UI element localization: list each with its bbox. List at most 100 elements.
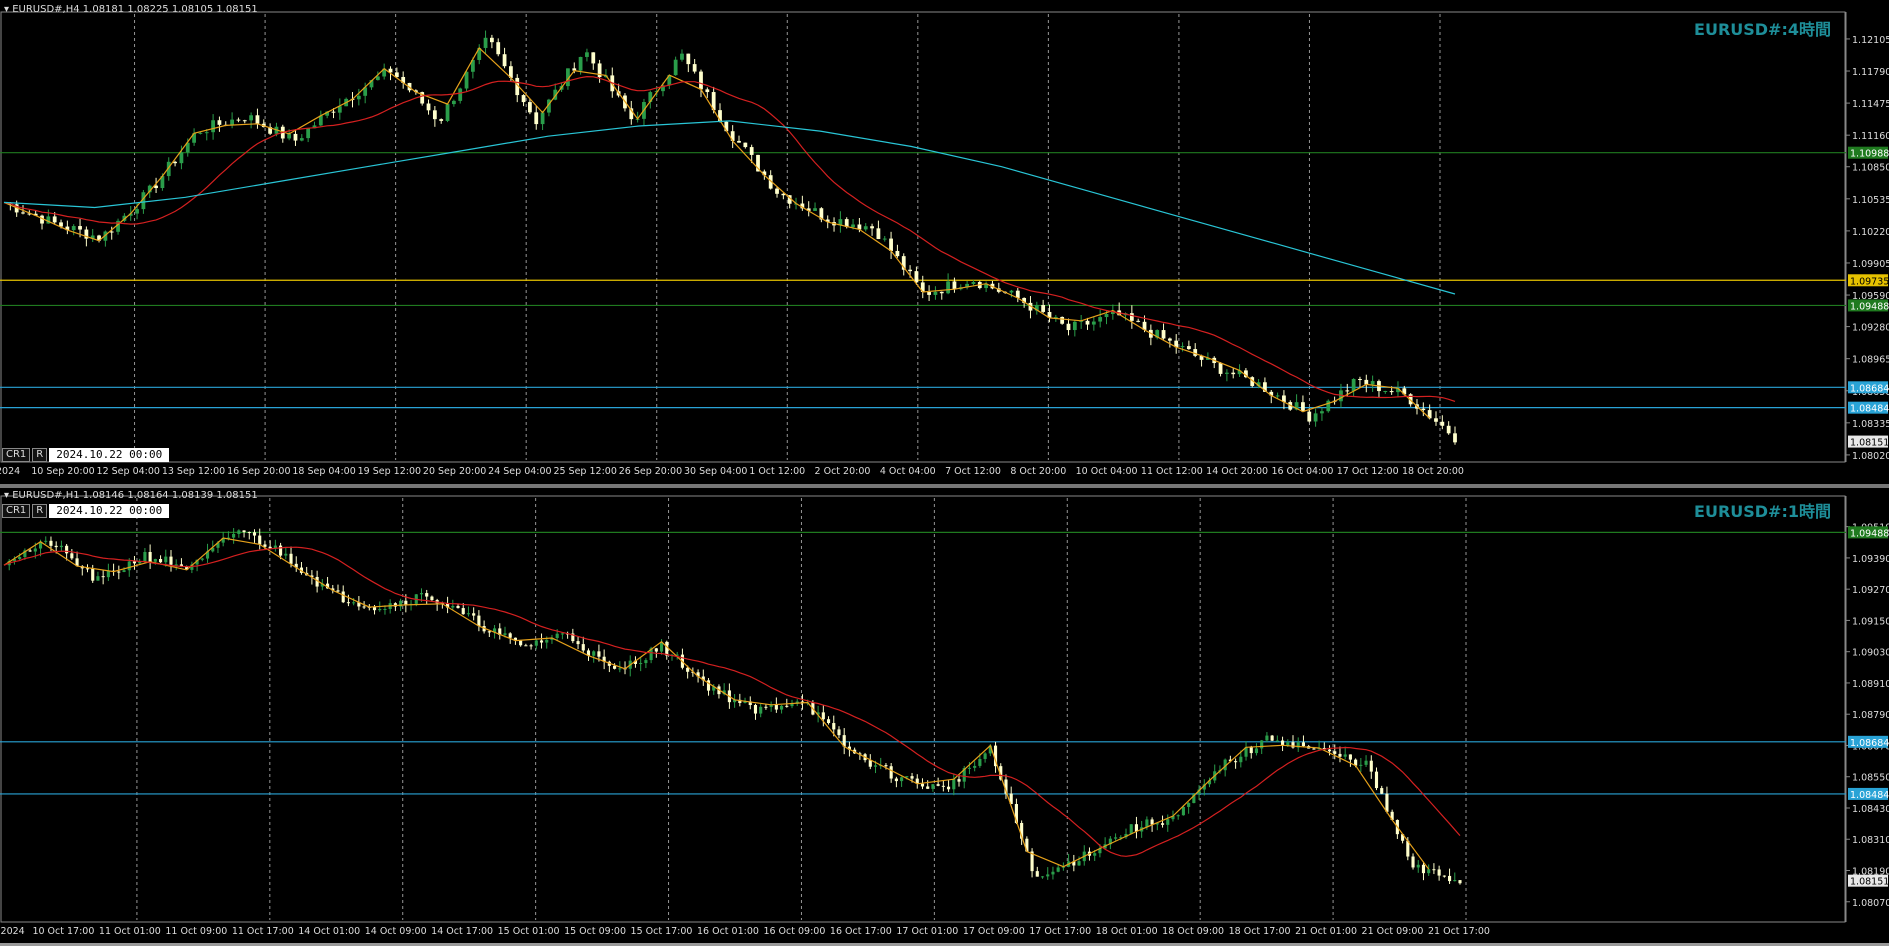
h1-candle-body [560,633,564,635]
h1-candle-body [85,568,90,570]
h4-time-tick: 10 Sep 20:00 [31,466,94,477]
h4-candle-body [699,71,703,90]
h4-r-label[interactable]: R [32,448,48,462]
h1-candle-body [127,561,131,571]
h4-candle-body [1218,363,1223,374]
h1-time-tick: 11 Oct 01:00 [99,926,161,937]
h1-price-tick: 1.08910 [1852,679,1889,690]
h1-candle-body [1286,742,1290,746]
h4-candle-body [1453,433,1457,443]
h1-candle-body [247,532,251,534]
h4-candle-body [1313,413,1318,422]
h4-candle-body [889,238,893,251]
h4-time-tick: 30 Sep 04:00 [684,466,747,477]
h1-candle-body [868,760,872,767]
h1-candle-body [1051,871,1055,875]
h4-candle-body [1225,372,1229,374]
h1-candle-body [487,631,491,633]
h1-candle-body [1150,819,1154,825]
h4-price-tick: 1.11475 [1852,99,1889,110]
h1-candle-body [132,561,137,564]
h1-candle-body [1270,735,1274,741]
h4-cr-label[interactable]: CR1 [2,448,31,462]
h4-candle-body [71,226,76,231]
h4-candle-body [135,209,139,214]
h1-cursor-box: CR1 R 2024.10.22 00:00 [2,504,170,518]
h1-chart-canvas[interactable]: 10 Oct 2024 10 Oct 17:00 11 Oct 01:00 11 Oc… [0,488,1889,944]
h1-zigzag-line [3,537,1430,870]
h4-candle-body [1307,411,1312,422]
h4-candle-body [1383,391,1388,393]
h1-time-tick: 11 Oct 17:00 [232,926,294,937]
h4-candle-body [502,54,507,67]
h4-candle-body [528,102,532,113]
h1-candle-body [1374,771,1379,789]
h1-candle-body [534,640,538,646]
collapse-triangle-icon[interactable]: ▾ [4,490,9,501]
h4-price-tick: 1.10220 [1852,227,1889,238]
h4-header-text: EURUSD#,H4 1.08181 1.08225 1.08105 1.081… [12,4,258,15]
h1-candle-body [1301,742,1306,747]
h1-candle-body [1176,815,1180,817]
h4-header-line: ▾ EURUSD#,H4 1.08181 1.08225 1.08105 1.0… [4,4,258,15]
h1-time-tick: 16 Oct 09:00 [763,926,825,937]
h4-ma-slow-line [3,120,1456,295]
h4-price-tick: 1.08965 [1852,355,1889,366]
h1-price-tick: 1.09390 [1852,554,1889,565]
h1-candle-body [44,540,48,542]
h1-header-text: EURUSD#,H1 1.08146 1.08164 1.08139 1.081… [12,490,258,501]
h1-candle-body [1432,869,1436,871]
h4-cursor-date: 2024.10.22 00:00 [49,448,170,462]
h4-time-tick: 11 Oct 12:00 [1141,466,1203,477]
h1-candle-body [936,784,940,786]
h1-candle-body [451,605,455,608]
h1-price-tag: 1.09488 [1850,528,1889,539]
h4-candle-body [496,42,501,55]
h1-candle-body [341,591,345,603]
h1-candle-body [941,785,945,787]
h4-time-tick: 10 Oct 04:00 [1076,466,1138,477]
h1-candle-body [592,651,596,656]
h1-candle-body [242,530,246,533]
h4-chart-canvas[interactable]: 9 Sep 2024 10 Sep 20:0012 Sep 04:0013 Sep… [0,0,1889,484]
h1-chart-window[interactable]: 10 Oct 2024 10 Oct 17:00 11 Oct 01:00 11 Oc… [0,488,1889,946]
h1-candle-body [54,545,58,548]
h1-time-tick: 14 Oct 01:00 [298,926,360,937]
h1-candle-body [508,633,512,638]
h1-candle-body [122,570,126,572]
h4-candle-body [673,59,678,76]
h4-candle-body [179,152,184,164]
h4-candle-body [198,132,203,134]
h1-cr-label[interactable]: CR1 [2,504,31,518]
h4-candle-body [1098,317,1103,322]
h4-candle-body [489,37,494,43]
h1-candle-body [1369,760,1373,772]
collapse-triangle-icon[interactable]: ▾ [4,4,9,15]
h1-candle-body [378,609,382,611]
h4-chart-window[interactable]: 9 Sep 2024 10 Sep 20:0012 Sep 04:0013 Sep… [0,0,1889,488]
h1-candle-body [1327,749,1332,752]
h1-candle-body [1160,823,1165,825]
h4-price-tick: 1.11790 [1852,67,1889,78]
h1-candle-body [555,633,559,638]
h4-candle-body [451,100,456,105]
h1-candle-body [613,665,617,669]
h4-time-tick: 18 Oct 20:00 [1402,466,1464,477]
h4-candle-body [375,76,380,81]
h1-candle-body [1239,756,1243,763]
h4-candle-body [743,142,748,148]
h1-time-tick: 18 Oct 17:00 [1229,926,1291,937]
h4-candle-body [1180,346,1185,348]
h1-candle-body [1234,761,1238,763]
h1-r-label[interactable]: R [32,504,48,518]
h4-time-tick: 19 Sep 12:00 [358,466,421,477]
h1-candle-body [1437,869,1441,876]
h4-candle-body [1389,391,1394,393]
h1-candle-body [764,706,768,708]
h4-candle-body [882,238,887,240]
h4-time-tick: 16 Oct 04:00 [1271,466,1333,477]
h1-candle-body [920,783,925,787]
h1-candle-body [372,607,377,611]
h4-time-tick: 20 Sep 20:00 [423,466,486,477]
h1-candle-body [529,645,533,647]
